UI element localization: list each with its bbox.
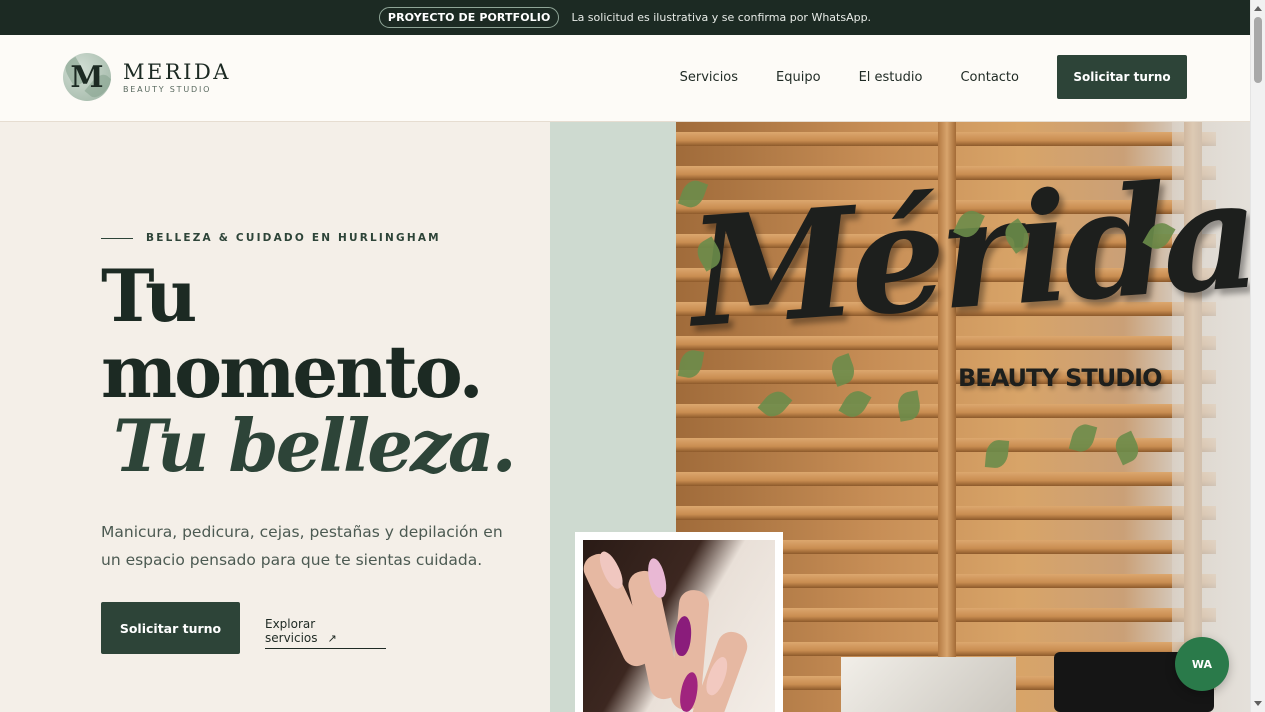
headline-line-3: Tu belleza.: [113, 403, 517, 488]
announcement-message: La solicitud es ilustrativa y se confirm…: [571, 11, 872, 24]
nav-link-el-estudio[interactable]: El estudio: [859, 70, 923, 85]
logo-emblem-icon: M: [63, 53, 111, 101]
headline-line-2: momento.: [101, 329, 484, 414]
explore-services-link[interactable]: Explorar servicios ↗: [265, 617, 386, 649]
nav-link-equipo[interactable]: Equipo: [776, 70, 821, 85]
sign-script-text: Mérida: [684, 146, 1250, 362]
hero-headline: Tu momento. Tu belleza.: [101, 253, 517, 488]
nav-link-servicios[interactable]: Servicios: [680, 70, 738, 85]
hero-eyebrow: BELLEZA & CUIDADO EN HURLINGHAM: [101, 232, 441, 244]
site-header: M MERIDA BEAUTY STUDIO Servicios Equipo …: [0, 35, 1250, 122]
whatsapp-button[interactable]: WA: [1175, 637, 1229, 691]
scroll-down-icon[interactable]: [1254, 701, 1262, 706]
nav-link-contacto[interactable]: Contacto: [960, 70, 1019, 85]
brand-logo[interactable]: M MERIDA BEAUTY STUDIO: [63, 53, 231, 101]
eyebrow-text: BELLEZA & CUIDADO EN HURLINGHAM: [146, 232, 441, 244]
arrow-up-right-icon: ↗: [327, 632, 337, 645]
brand-subtitle: BEAUTY STUDIO: [123, 84, 212, 94]
manicure-photo: [575, 532, 783, 712]
explore-services-label: Explorar servicios: [265, 617, 318, 645]
sign-subtitle-text: BEAUTY STUDIO: [958, 364, 1163, 392]
scroll-up-icon[interactable]: [1254, 6, 1262, 11]
hero-book-button[interactable]: Solicitar turno: [101, 602, 240, 654]
hero-lead: Manicura, pedicura, cejas, pestañas y de…: [101, 523, 503, 569]
eyebrow-rule: [101, 237, 133, 239]
page-scrollbar[interactable]: [1250, 0, 1265, 712]
brand-name: MERIDA: [123, 59, 231, 84]
logo-letter: M: [70, 59, 104, 95]
announcement-bar: PROYECTO DE PORTFOLIO La solicitud es il…: [0, 0, 1250, 35]
portfolio-badge: PROYECTO DE PORTFOLIO: [378, 7, 560, 28]
headline-line-1: Tu: [101, 253, 197, 338]
main-nav: Servicios Equipo El estudio Contacto Sol…: [680, 55, 1187, 99]
header-book-button[interactable]: Solicitar turno: [1057, 55, 1187, 99]
scrollbar-thumb[interactable]: [1254, 17, 1262, 83]
